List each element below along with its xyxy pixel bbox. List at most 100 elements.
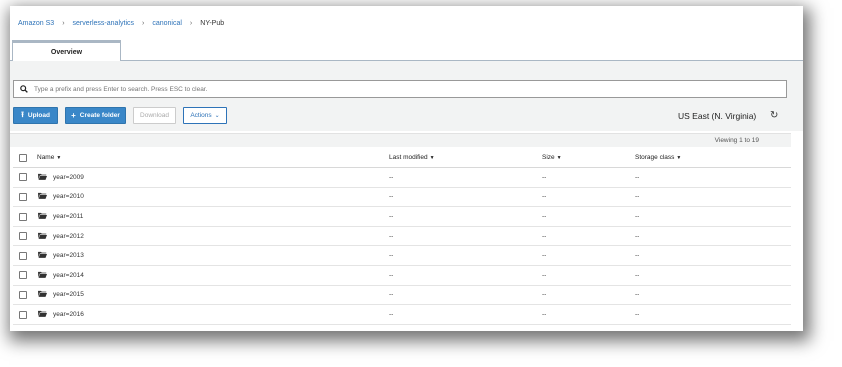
plus-icon: + xyxy=(71,111,76,120)
last-modified-cell: -- xyxy=(389,206,542,227)
search-icon xyxy=(14,85,34,93)
storage-class-cell: -- xyxy=(635,167,791,188)
table-row[interactable]: year=2015 -- -- -- xyxy=(13,285,791,306)
chevron-down-icon: ⌄ xyxy=(214,113,220,119)
last-modified-cell: -- xyxy=(389,245,542,267)
row-checkbox[interactable] xyxy=(19,310,27,319)
tab-bar: Overview xyxy=(10,40,803,62)
name-cell[interactable]: year=2016 xyxy=(37,304,389,325)
viewing-count: Viewing 1 to 19 xyxy=(10,133,791,147)
size-cell: -- xyxy=(542,285,635,306)
folder-icon xyxy=(38,232,47,241)
last-modified-cell: -- xyxy=(389,187,542,208)
name-cell[interactable]: year=2012 xyxy=(37,226,389,247)
table-row[interactable]: year=2010 -- -- -- xyxy=(13,187,791,208)
last-modified-cell: -- xyxy=(389,226,542,247)
table-row[interactable]: year=2009 -- -- -- xyxy=(13,167,791,188)
name-cell[interactable]: year=2013 xyxy=(37,245,389,267)
breadcrumb-folder[interactable]: canonical xyxy=(152,20,182,27)
breadcrumb-bucket[interactable]: serverless-analytics xyxy=(73,20,134,27)
storage-class-cell: -- xyxy=(635,226,791,247)
row-checkbox[interactable] xyxy=(19,173,27,182)
table-row[interactable]: year=2014 -- -- -- xyxy=(13,265,791,286)
s3-console-window: Amazon S3 › serverless-analytics › canon… xyxy=(10,6,803,331)
size-cell: -- xyxy=(542,187,635,208)
name-cell[interactable]: year=2011 xyxy=(37,206,389,227)
storage-class-cell: -- xyxy=(635,245,791,267)
storage-class-cell: -- xyxy=(635,304,791,325)
storage-class-cell: -- xyxy=(635,285,791,306)
row-checkbox[interactable] xyxy=(19,212,27,221)
upload-label: Upload xyxy=(27,112,50,119)
size-cell: -- xyxy=(542,206,635,227)
chevron-right-icon: › xyxy=(62,19,65,27)
object-name-link[interactable]: year=2015 xyxy=(53,291,84,298)
column-header-name[interactable]: Name ▼ xyxy=(37,148,389,169)
breadcrumb: Amazon S3 › serverless-analytics › canon… xyxy=(18,17,224,29)
name-cell[interactable]: year=2010 xyxy=(37,187,389,208)
object-name-link[interactable]: year=2013 xyxy=(53,252,84,259)
viewing-text: Viewing 1 to 19 xyxy=(714,137,759,144)
name-cell[interactable]: year=2014 xyxy=(37,265,389,286)
sort-caret-icon: ▼ xyxy=(676,155,682,162)
folder-icon xyxy=(38,212,47,221)
upload-icon: ⭱ xyxy=(21,109,24,119)
storage-class-cell: -- xyxy=(635,206,791,227)
name-cell[interactable]: year=2009 xyxy=(37,167,389,188)
column-header-last-modified[interactable]: Last modified ▼ xyxy=(389,148,542,169)
last-modified-cell: -- xyxy=(389,285,542,306)
chevron-right-icon: › xyxy=(189,19,193,27)
tab-overview[interactable]: Overview xyxy=(12,40,121,62)
size-cell: -- xyxy=(542,265,635,286)
row-checkbox[interactable] xyxy=(19,232,27,241)
search-box[interactable] xyxy=(13,80,787,98)
folder-icon xyxy=(38,290,47,299)
folder-icon xyxy=(38,310,47,319)
row-checkbox[interactable] xyxy=(19,271,27,280)
sort-caret-icon: ▼ xyxy=(556,155,562,162)
last-modified-cell: -- xyxy=(389,265,542,286)
actions-label: Actions xyxy=(190,112,212,119)
object-name-link[interactable]: year=2011 xyxy=(53,213,83,220)
actions-dropdown[interactable]: Actions ⌄ xyxy=(183,107,227,124)
size-cell: -- xyxy=(542,304,635,325)
table-row[interactable]: year=2016 -- -- -- xyxy=(13,304,791,325)
folder-icon xyxy=(38,271,47,280)
chevron-right-icon: › xyxy=(142,19,145,27)
size-cell: -- xyxy=(542,245,635,267)
row-checkbox[interactable] xyxy=(19,192,27,201)
storage-class-cell: -- xyxy=(635,187,791,208)
storage-class-cell: -- xyxy=(635,265,791,286)
table-row[interactable]: year=2011 -- -- -- xyxy=(13,206,791,227)
upload-button[interactable]: ⭱ Upload xyxy=(13,107,58,124)
download-button[interactable]: Download xyxy=(133,107,176,124)
row-checkbox[interactable] xyxy=(19,251,27,260)
row-checkbox[interactable] xyxy=(19,290,27,299)
create-folder-button[interactable]: + Create folder xyxy=(65,107,126,124)
create-folder-label: Create folder xyxy=(79,112,120,119)
object-name-link[interactable]: year=2009 xyxy=(53,174,84,181)
last-modified-cell: -- xyxy=(389,167,542,188)
column-header-storage-class[interactable]: Storage class ▼ xyxy=(635,148,791,169)
folder-icon xyxy=(38,192,47,201)
folder-icon xyxy=(38,173,47,182)
region-selector[interactable]: US East (N. Virginia) xyxy=(678,111,756,121)
name-cell[interactable]: year=2015 xyxy=(37,285,389,306)
breadcrumb-amazon-s3[interactable]: Amazon S3 xyxy=(18,20,54,27)
object-name-link[interactable]: year=2012 xyxy=(53,233,84,240)
table-header-row: Name ▼ Last modified ▼ Size ▼ Storage class… xyxy=(13,148,791,169)
download-label: Download xyxy=(140,112,169,119)
table-row[interactable]: year=2012 -- -- -- xyxy=(13,226,791,247)
column-header-size[interactable]: Size ▼ xyxy=(542,148,635,169)
select-all-checkbox[interactable] xyxy=(19,153,27,162)
refresh-icon[interactable]: ↻ xyxy=(770,110,778,121)
breadcrumb-current: NY-Pub xyxy=(200,19,225,27)
sort-caret-icon: ▼ xyxy=(56,155,62,162)
search-input[interactable] xyxy=(34,85,786,93)
objects-table: Name ▼ Last modified ▼ Size ▼ Storage class… xyxy=(13,148,791,325)
object-name-link[interactable]: year=2016 xyxy=(53,311,84,318)
object-name-link[interactable]: year=2010 xyxy=(53,193,84,200)
object-name-link[interactable]: year=2014 xyxy=(53,272,84,279)
sort-caret-icon: ▼ xyxy=(429,155,435,162)
table-row[interactable]: year=2013 -- -- -- xyxy=(13,245,791,267)
